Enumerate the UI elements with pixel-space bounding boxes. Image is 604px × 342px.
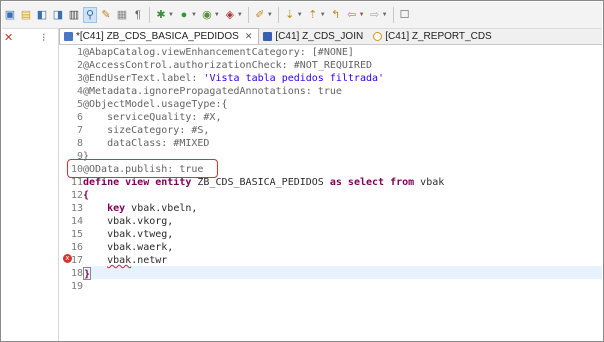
code-text: @Metadata.ignorePropagatedAnnotations: t… bbox=[83, 86, 342, 97]
open-icon[interactable]: ▤ bbox=[19, 7, 33, 23]
code-line[interactable]: 3@EndUserText.label: 'Vista tabla pedido… bbox=[63, 72, 384, 85]
chevron-down-icon[interactable]: ▼ bbox=[214, 12, 220, 18]
grid-icon[interactable]: ▦ bbox=[115, 7, 129, 23]
code-line[interactable]: 8 dataClass: #MIXED bbox=[63, 137, 209, 150]
link-editor-icon[interactable]: ⚲ bbox=[83, 7, 97, 23]
code-text: vbak.vkorg, bbox=[83, 216, 174, 227]
last-edit-icon[interactable]: ↰ bbox=[329, 7, 343, 23]
keyword: define view entity bbox=[83, 177, 192, 188]
pin-editor-icon[interactable]: ☐ bbox=[398, 7, 412, 23]
run-icon[interactable]: ● bbox=[177, 7, 191, 23]
keyword: key bbox=[83, 203, 126, 214]
code-text: @ObjectModel.usageType:{ bbox=[83, 99, 228, 110]
code-line[interactable]: 16 vbak.waerk, bbox=[63, 241, 173, 254]
current-line-highlight bbox=[87, 266, 602, 279]
code-text: vbak bbox=[414, 177, 445, 188]
code-line[interactable]: 4@Metadata.ignorePropagatedAnnotations: … bbox=[63, 85, 342, 98]
code-text: { bbox=[83, 190, 90, 201]
code-line[interactable]: 7 sizeCategory: #S, bbox=[63, 124, 209, 137]
edit-icon[interactable]: ✎ bbox=[99, 7, 113, 23]
code-line[interactable]: 5@ObjectModel.usageType:{ bbox=[63, 98, 228, 111]
highlight-box bbox=[67, 159, 218, 178]
forward-icon[interactable]: ⇨ bbox=[368, 7, 382, 23]
close-icon[interactable]: ✕ bbox=[245, 31, 253, 42]
eclipse-window: ▣ ▤ ◧ ◨ ▥ ⚲ ✎ ▦ ¶ ✱ ▼ ● ▼ ◉ ▼ ◈ ▼ ✐ ▼ ⇣ … bbox=[0, 0, 604, 342]
chevron-down-icon[interactable]: ▼ bbox=[191, 12, 197, 18]
string-literal: 'Vista tabla pedidos filtrada' bbox=[203, 73, 385, 84]
code-line[interactable]: 19 bbox=[63, 280, 83, 293]
print-icon[interactable]: ▥ bbox=[67, 7, 81, 23]
coverage-icon[interactable]: ◉ bbox=[200, 7, 214, 23]
code-text: @EndUserText.label: bbox=[83, 73, 204, 84]
code-line[interactable]: 17 vbak.netwr bbox=[63, 254, 167, 267]
save-all-icon[interactable]: ◨ bbox=[51, 7, 65, 23]
editor-tab-bar: *[C41] ZB_CDS_BASICA_PEDIDOS ✕ [C41] Z_C… bbox=[59, 28, 602, 45]
chevron-down-icon[interactable]: ▼ bbox=[382, 12, 388, 18]
toolbar-separator bbox=[392, 7, 394, 23]
code-text: vbak.waerk, bbox=[83, 242, 174, 253]
code-text: @AccessControl.authorizationCheck: #NOT_… bbox=[83, 60, 372, 71]
main-toolbar: ▣ ▤ ◧ ◨ ▥ ⚲ ✎ ▦ ¶ ✱ ▼ ● ▼ ◉ ▼ ◈ ▼ ✐ ▼ ⇣ … bbox=[2, 2, 602, 29]
tab-label: [C41] Z_REPORT_CDS bbox=[385, 31, 492, 42]
code-line[interactable]: 15 vbak.vtweg, bbox=[63, 228, 173, 241]
code-text: sizeCategory: #S, bbox=[83, 125, 210, 136]
cds-view-icon bbox=[263, 32, 273, 41]
code-text: .netwr bbox=[131, 255, 168, 266]
code-text: @AbapCatalog.viewEnhancementCategory: [#… bbox=[83, 47, 354, 58]
keyword: as select from bbox=[329, 177, 415, 188]
chevron-down-icon[interactable]: ▼ bbox=[297, 12, 303, 18]
code-text: ZB_CDS_BASICA_PEDIDOS bbox=[191, 177, 330, 188]
chevron-down-icon[interactable]: ▼ bbox=[267, 12, 273, 18]
code-text: vbak.vtweg, bbox=[83, 229, 174, 240]
code-line[interactable]: 2@AccessControl.authorizationCheck: #NOT… bbox=[63, 59, 372, 72]
remove-icon[interactable]: ✕ bbox=[4, 31, 13, 44]
external-tools-icon[interactable]: ◈ bbox=[223, 7, 237, 23]
chevron-down-icon[interactable]: ▼ bbox=[168, 12, 174, 18]
chevron-down-icon[interactable]: ▼ bbox=[359, 12, 365, 18]
report-icon bbox=[373, 32, 383, 41]
prev-annotation-icon[interactable]: ⇡ bbox=[306, 7, 320, 23]
error-token: vbak bbox=[107, 255, 132, 266]
code-line[interactable]: 6 serviceQuality: #X, bbox=[63, 111, 222, 124]
toolbar-separator bbox=[247, 7, 249, 23]
code-line[interactable]: 12{ bbox=[63, 189, 89, 202]
code-line[interactable]: 1@AbapCatalog.viewEnhancementCategory: [… bbox=[63, 46, 354, 59]
debug-icon[interactable]: ✱ bbox=[154, 7, 168, 23]
toolbar-separator bbox=[149, 7, 150, 23]
save-icon[interactable]: ◧ bbox=[35, 7, 49, 23]
tab-label: *[C41] ZB_CDS_BASICA_PEDIDOS bbox=[76, 31, 239, 42]
tab-zb-cds-basica-pedidos[interactable]: *[C41] ZB_CDS_BASICA_PEDIDOS ✕ bbox=[59, 28, 260, 44]
back-icon[interactable]: ⇦ bbox=[345, 7, 359, 23]
panel-menu-icon[interactable]: ⁝ bbox=[42, 31, 46, 44]
code-text: } bbox=[83, 267, 92, 280]
tab-z-report-cds[interactable]: [C41] Z_REPORT_CDS bbox=[369, 29, 498, 44]
next-annotation-icon[interactable]: ⇣ bbox=[283, 7, 297, 23]
cds-view-icon bbox=[64, 32, 73, 41]
format-icon[interactable]: ✐ bbox=[253, 7, 267, 23]
tab-label: [C41] Z_CDS_JOIN bbox=[275, 31, 364, 42]
error-marker-icon[interactable]: x bbox=[63, 254, 72, 263]
paragraph-icon[interactable]: ¶ bbox=[131, 7, 145, 23]
toolbar-separator bbox=[277, 7, 279, 23]
code-line[interactable]: 18} bbox=[63, 267, 92, 280]
tab-z-cds-join[interactable]: [C41] Z_CDS_JOIN bbox=[259, 29, 369, 44]
new-icon[interactable]: ▣ bbox=[3, 7, 17, 23]
code-text: dataClass: #MIXED bbox=[83, 138, 210, 149]
code-line[interactable]: 14 vbak.vkorg, bbox=[63, 215, 173, 228]
left-panel: ✕ ⁝ bbox=[2, 29, 59, 341]
code-text: serviceQuality: #X, bbox=[83, 112, 222, 123]
code-text: vbak.vbeln, bbox=[125, 203, 198, 214]
code-line[interactable]: 13 key vbak.vbeln, bbox=[63, 202, 197, 215]
chevron-down-icon[interactable]: ▼ bbox=[237, 12, 243, 18]
chevron-down-icon[interactable]: ▼ bbox=[320, 12, 326, 18]
